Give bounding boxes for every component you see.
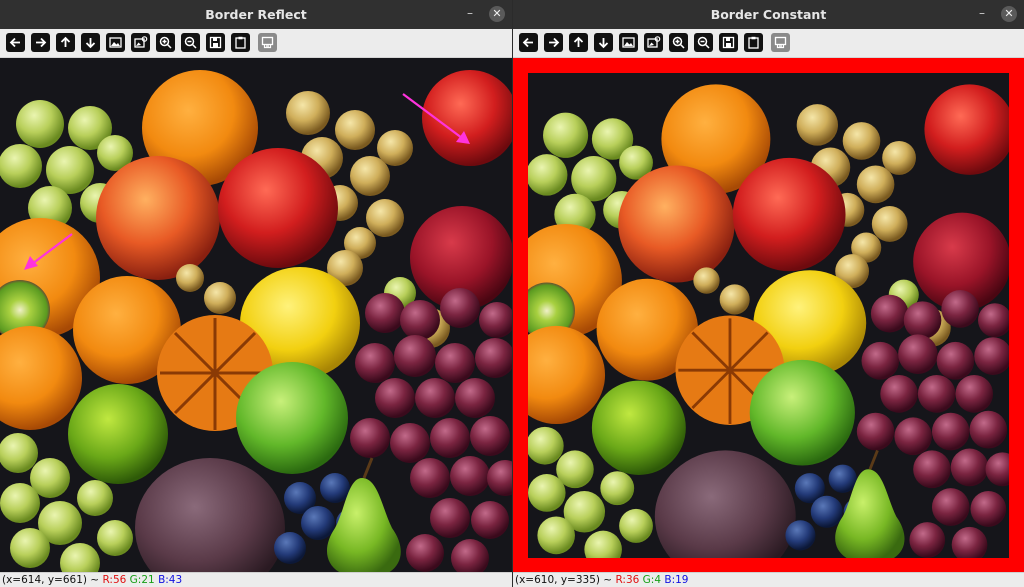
arrow-left-icon[interactable]: [6, 33, 25, 52]
window-border-reflect: Border Reflect – ✕ (x=614, y=661) ~ R:56…: [0, 0, 512, 587]
status-g: G:21: [129, 574, 155, 586]
status-b: B:19: [664, 574, 689, 586]
save-icon[interactable]: [206, 33, 225, 52]
window-border-constant: Border Constant – ✕ (x=610, y=335) ~ R:3…: [513, 0, 1024, 587]
titlebar[interactable]: Border Constant – ✕: [513, 0, 1024, 29]
image-view[interactable]: [0, 58, 512, 572]
save-icon[interactable]: [719, 33, 738, 52]
statusbar: (x=614, y=661) ~ R:56 G:21 B:43: [0, 572, 512, 587]
minimize-button[interactable]: –: [974, 6, 990, 22]
status-coords: (x=614, y=661) ~: [2, 574, 103, 586]
window-title: Border Reflect: [205, 7, 307, 22]
status-r: R:56: [102, 574, 127, 586]
image-settings-icon[interactable]: [131, 33, 150, 52]
arrow-right-icon[interactable]: [31, 33, 50, 52]
properties-icon[interactable]: [258, 33, 277, 52]
annotation-arrows: [24, 93, 470, 270]
minimize-button[interactable]: –: [462, 6, 478, 22]
clipboard-icon[interactable]: [744, 33, 763, 52]
close-button[interactable]: ✕: [489, 6, 505, 22]
arrow-left-icon[interactable]: [519, 33, 538, 52]
clipboard-icon[interactable]: [231, 33, 250, 52]
status-g: G:4: [642, 574, 662, 586]
arrow-down-icon[interactable]: [594, 33, 613, 52]
status-coords: (x=610, y=335) ~: [515, 574, 616, 586]
toolbar: [0, 29, 512, 58]
zoom-out-icon[interactable]: [181, 33, 200, 52]
toolbar: [513, 29, 1024, 58]
window-title: Border Constant: [710, 7, 827, 22]
image-icon[interactable]: [619, 33, 638, 52]
image-settings-icon[interactable]: [644, 33, 663, 52]
arrow-right-icon[interactable]: [544, 33, 563, 52]
close-button[interactable]: ✕: [1001, 6, 1017, 22]
image-icon[interactable]: [106, 33, 125, 52]
arrow-up-icon[interactable]: [56, 33, 75, 52]
status-r: R:36: [615, 574, 640, 586]
zoom-out-icon[interactable]: [694, 33, 713, 52]
arrow-up-icon[interactable]: [569, 33, 588, 52]
statusbar: (x=610, y=335) ~ R:36 G:4 B:19: [513, 572, 1024, 587]
fruit-image-with-border: [513, 58, 1024, 572]
arrow-down-icon[interactable]: [81, 33, 100, 52]
titlebar[interactable]: Border Reflect – ✕: [0, 0, 512, 29]
zoom-in-icon[interactable]: [669, 33, 688, 52]
properties-icon[interactable]: [771, 33, 790, 52]
zoom-in-icon[interactable]: [156, 33, 175, 52]
status-b: B:43: [158, 574, 183, 586]
image-view[interactable]: [513, 58, 1024, 572]
